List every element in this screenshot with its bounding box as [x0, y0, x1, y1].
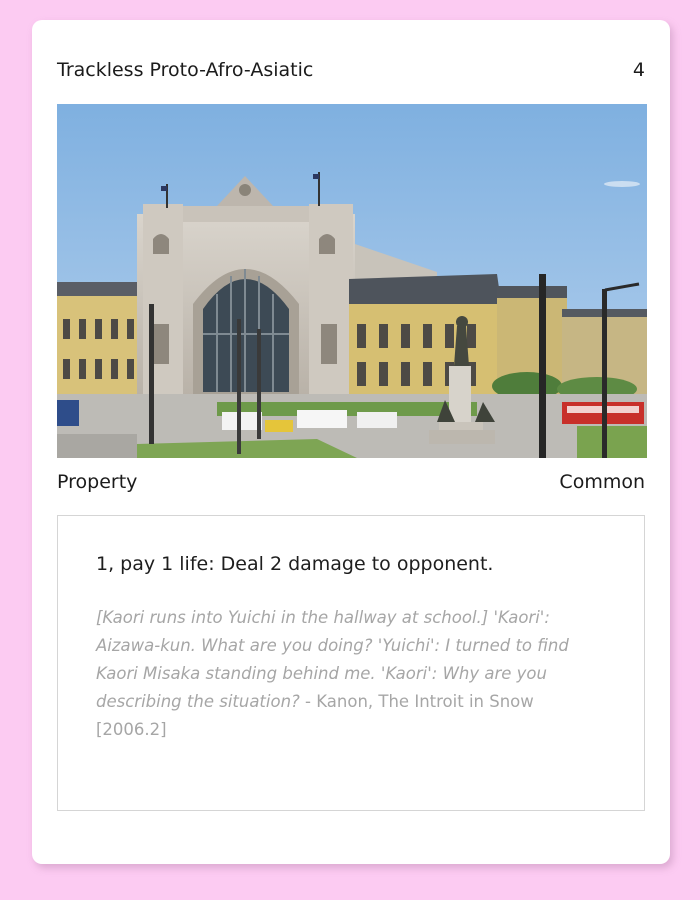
- card-type: Property: [57, 471, 138, 493]
- card-cost: 4: [632, 59, 645, 81]
- card-name: Trackless Proto-Afro-Asiatic: [57, 59, 314, 81]
- card: Trackless Proto-Afro-Asiatic 4 Property …: [32, 20, 670, 864]
- card-rarity: Common: [559, 471, 645, 493]
- card-header: Trackless Proto-Afro-Asiatic 4: [57, 58, 645, 82]
- train-station-illustration: [57, 104, 647, 458]
- card-text-box: 1, pay 1 life: Deal 2 damage to opponent…: [57, 515, 645, 811]
- card-flavor-text: [Kaori runs into Yuichi in the hallway a…: [96, 604, 606, 744]
- card-type-line: Property Common: [57, 469, 645, 495]
- card-rules-text: 1, pay 1 life: Deal 2 damage to opponent…: [96, 553, 494, 575]
- card-art: [57, 104, 647, 458]
